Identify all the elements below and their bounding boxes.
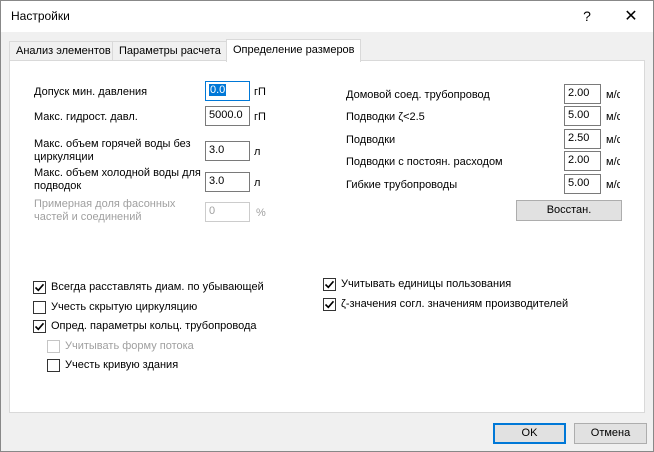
branch-zeta-input[interactable]: 5.00 — [564, 106, 601, 126]
branch-zeta-label: Подводки ζ<2.5 — [346, 111, 425, 123]
min-pressure-unit: гП — [254, 86, 266, 98]
checkbox-label: Опред. параметры кольц. трубопровода — [51, 320, 257, 332]
checkbox-box[interactable] — [323, 298, 336, 311]
checkbox-box[interactable] — [33, 301, 46, 314]
cancel-button[interactable]: Отмена — [574, 423, 647, 444]
constant-flow-label: Подводки с постоян. расходом — [346, 156, 503, 168]
max-cold-water-label-line2: подводок — [34, 180, 82, 192]
min-pressure-label: Допуск мин. давления — [34, 86, 148, 98]
house-connection-unit: м/с — [606, 89, 620, 101]
branches-unit: м/с — [606, 134, 620, 146]
checkmark-icon — [34, 283, 45, 292]
max-hot-water-input[interactable]: 3.0 — [205, 141, 250, 161]
checkbox-label: Учесть скрытую циркуляцию — [51, 301, 198, 313]
checkbox-box[interactable] — [33, 320, 46, 333]
flexible-pipes-input[interactable]: 5.00 — [564, 174, 601, 194]
checkbox-label: ζ-значения согл. значениям производителе… — [341, 298, 569, 310]
fittings-share-label-line2: частей и соединений — [34, 211, 142, 223]
max-hydrostatic-unit: гП — [254, 111, 266, 123]
constant-flow-input[interactable]: 2.00 — [564, 151, 601, 171]
tab-calculation-parameters[interactable]: Параметры расчета — [112, 41, 227, 61]
checkbox-box — [47, 340, 60, 353]
checkbox-label: Учесть кривую здания — [65, 359, 179, 371]
max-hot-water-label-line1: Макс. объем горячей воды без — [34, 138, 191, 150]
min-pressure-input[interactable]: 0.0 — [205, 81, 250, 101]
flexible-pipes-unit: м/с — [606, 179, 620, 191]
help-button[interactable]: ? — [565, 1, 609, 32]
fittings-share-input: 0 — [205, 202, 250, 222]
checkbox-label: Учитывать единицы пользования — [341, 278, 512, 290]
flexible-pipes-label: Гибкие трубопроводы — [346, 179, 458, 191]
tab-sizing[interactable]: Определение размеров — [226, 39, 361, 62]
checkbox-box[interactable] — [47, 359, 60, 372]
checkbox-label: Всегда расставлять диам. по убывающей — [51, 281, 264, 293]
max-cold-water-input[interactable]: 3.0 — [205, 172, 250, 192]
max-hydrostatic-input[interactable]: 5000.0 — [205, 106, 250, 126]
title-bar: Настройки ? ✕ — [1, 1, 653, 32]
fittings-share-unit: % — [256, 207, 266, 219]
branches-input[interactable]: 2.50 — [564, 129, 601, 149]
settings-dialog: Настройки ? ✕ Анализ элементов Параметры… — [0, 0, 654, 452]
fittings-share-label-line1: Примерная доля фасонных — [34, 198, 176, 210]
max-hydrostatic-label: Макс. гидрост. давл. — [34, 111, 138, 123]
tab-element-analysis[interactable]: Анализ элементов — [9, 41, 113, 61]
branch-zeta-unit: м/с — [606, 111, 620, 123]
close-button[interactable]: ✕ — [609, 1, 653, 32]
checkmark-icon — [324, 280, 335, 289]
max-cold-water-unit: л — [254, 177, 261, 189]
branches-label: Подводки — [346, 134, 396, 146]
checkbox-box[interactable] — [33, 281, 46, 294]
max-hot-water-label-line2: циркуляции — [34, 151, 94, 163]
constant-flow-unit: м/с — [606, 156, 620, 168]
house-connection-input[interactable]: 2.00 — [564, 84, 601, 104]
checkbox-box[interactable] — [323, 278, 336, 291]
checkbox-label: Учитывать форму потока — [65, 340, 194, 352]
max-hot-water-unit: л — [254, 146, 261, 158]
house-connection-label: Домовой соед. трубопровод — [346, 89, 490, 101]
ok-button[interactable]: OK — [493, 423, 566, 444]
max-cold-water-label-line1: Макс. объем холодной воды для — [34, 167, 201, 179]
restore-button[interactable]: Восстан. — [516, 200, 622, 221]
checkmark-icon — [34, 322, 45, 331]
checkmark-icon — [324, 300, 335, 309]
window-title: Настройки — [11, 9, 70, 23]
